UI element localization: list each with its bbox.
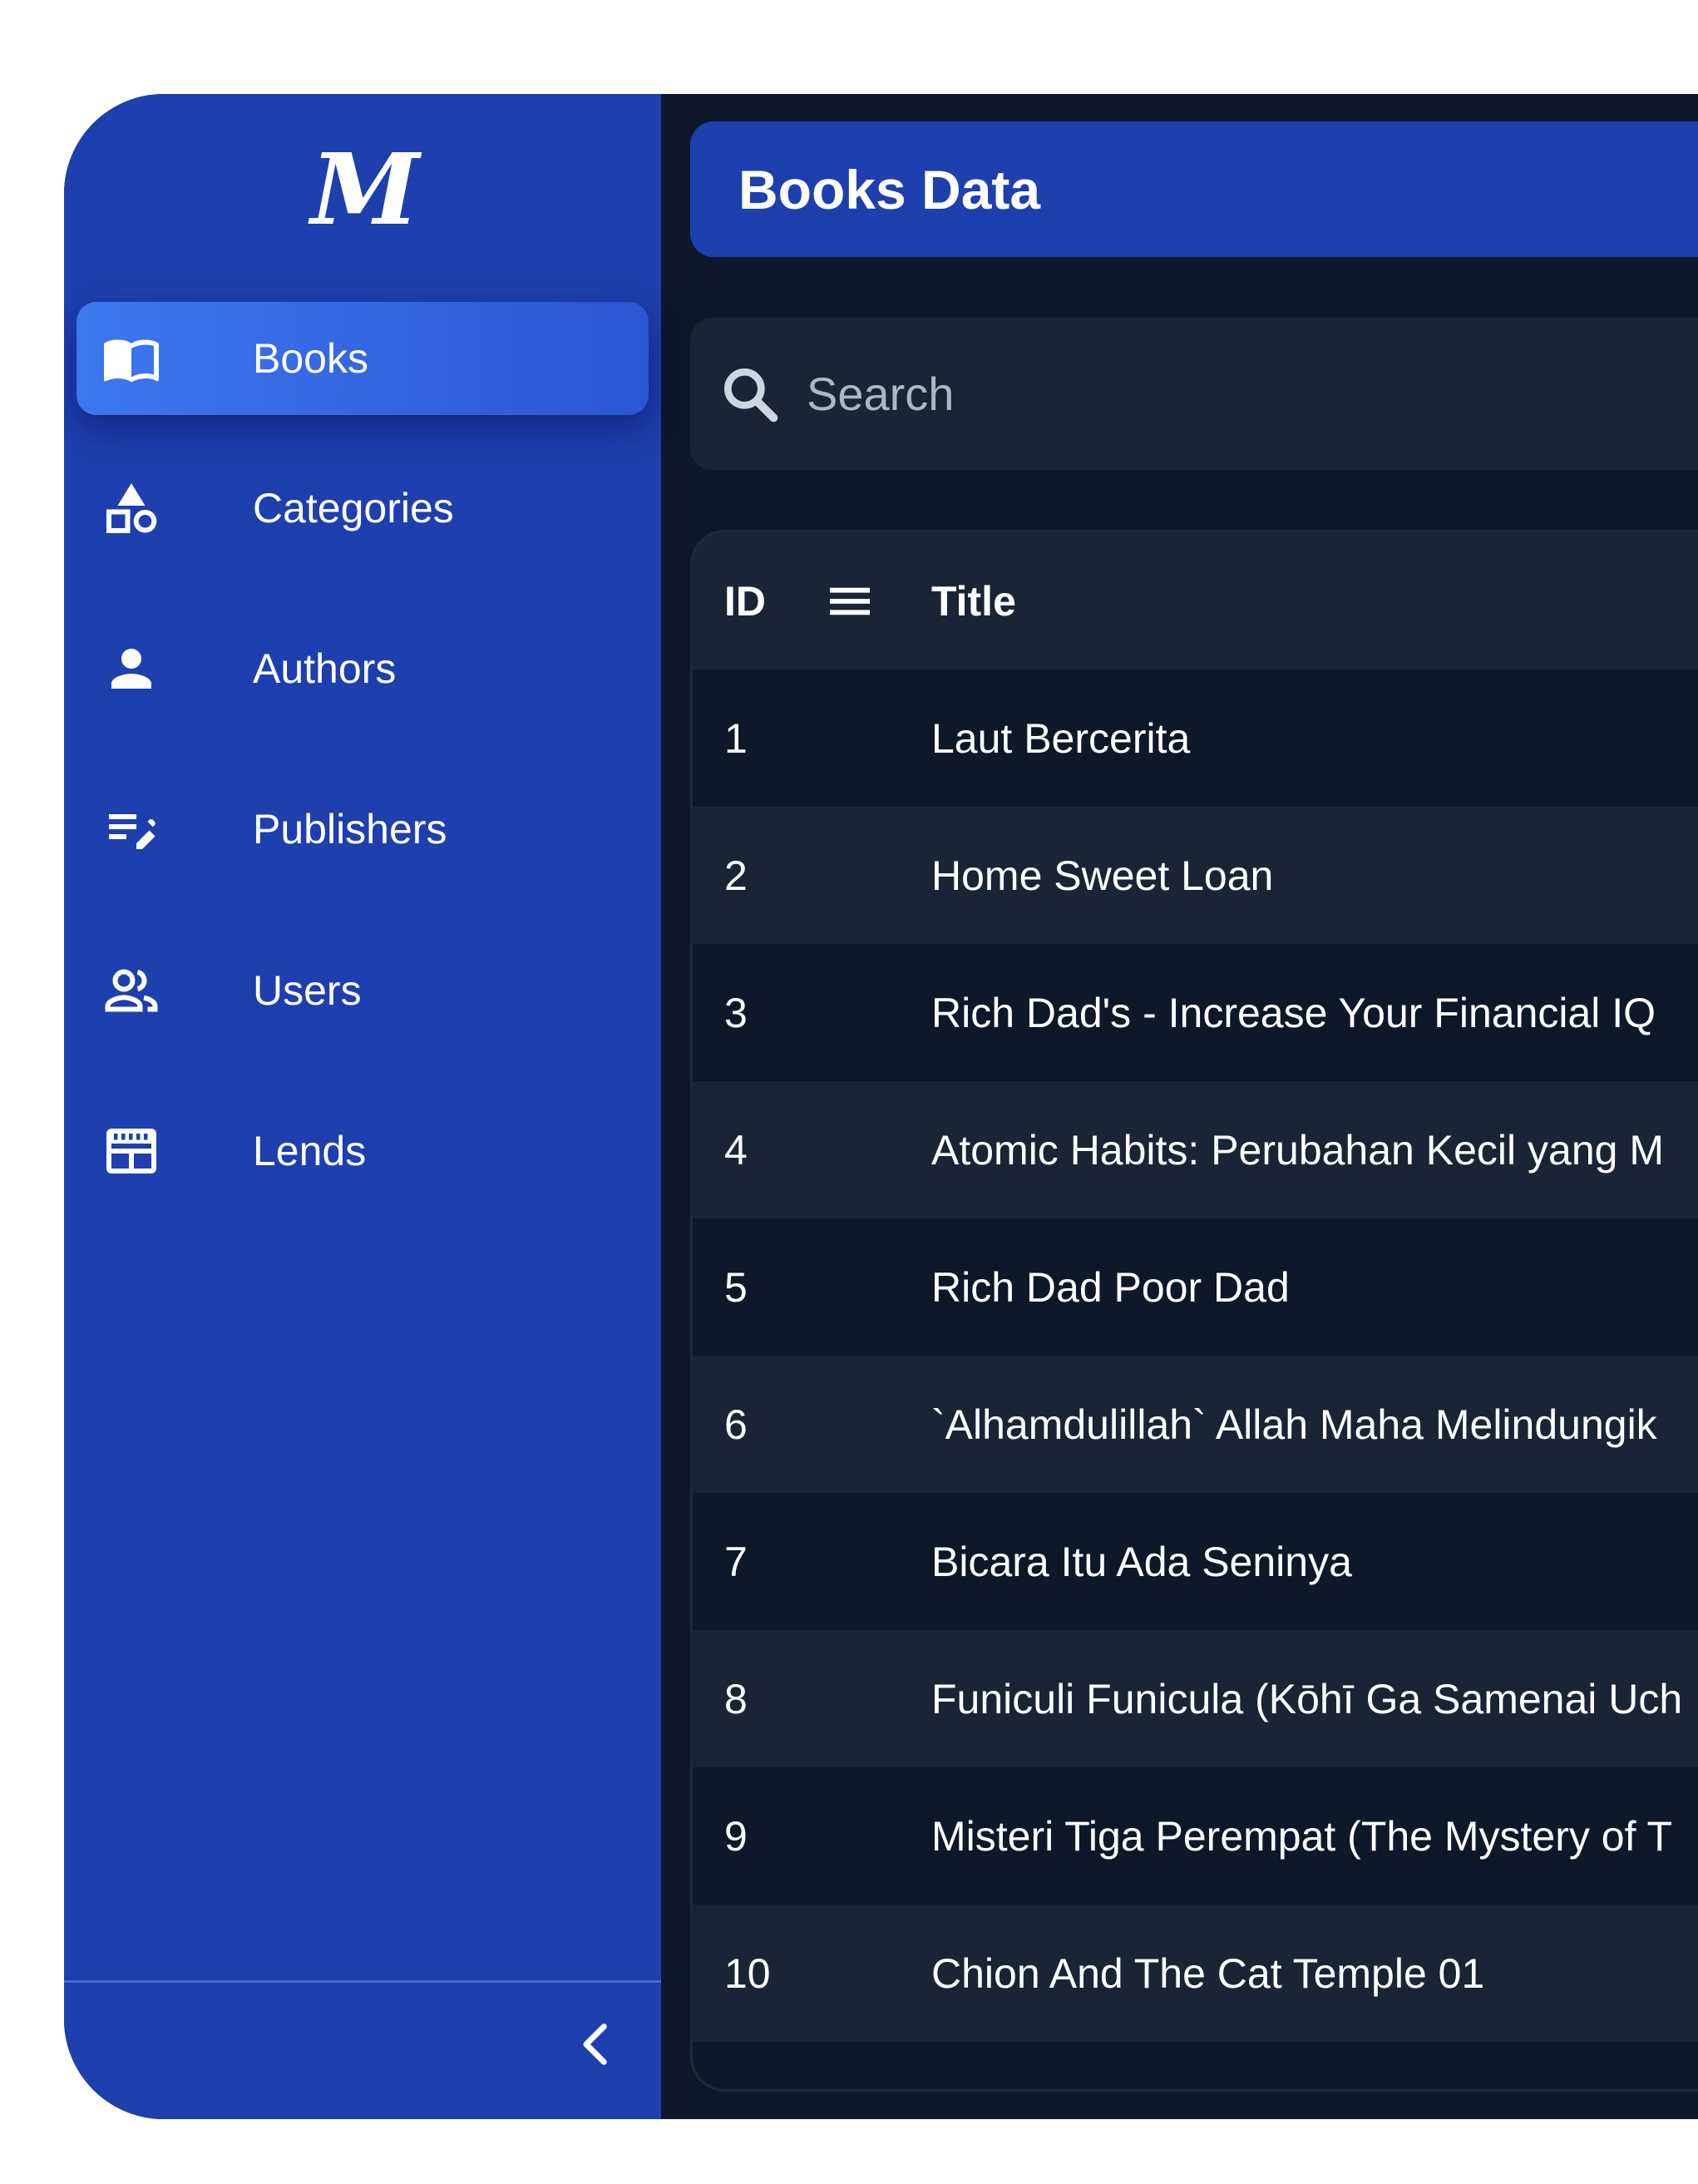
cell-title: Home Sweet Loan — [931, 852, 1274, 899]
people-icon — [105, 969, 158, 1012]
search-bar[interactable] — [690, 318, 1698, 470]
cell-title: Bicara Itu Ada Seninya — [931, 1538, 1352, 1585]
search-input[interactable] — [807, 318, 1698, 470]
cell-id: 3 — [724, 989, 748, 1036]
edit-note-icon — [109, 814, 155, 849]
books-table: ID Title 1 Laut Bercerita 2 Home Sweet L… — [690, 530, 1698, 2092]
cell-id: 8 — [724, 1675, 748, 1722]
shapes-icon — [106, 483, 157, 533]
sidebar-item-label: Users — [253, 967, 362, 1014]
sidebar-item-users[interactable]: Users — [77, 934, 649, 1047]
sidebar-item-label: Categories — [253, 485, 454, 531]
cell-title: Rich Dad's - Increase Your Financial IQ — [931, 989, 1656, 1036]
table-row[interactable]: 3 Rich Dad's - Increase Your Financial I… — [693, 944, 1698, 1081]
column-header-title[interactable]: Title — [931, 577, 1016, 625]
sidebar-item-lends[interactable]: Lends — [77, 1094, 649, 1208]
cell-id: 2 — [724, 852, 748, 899]
sidebar-item-label: Publishers — [253, 806, 447, 852]
table-row[interactable]: 9 Misteri Tiga Perempat (The Mystery of … — [693, 1767, 1698, 1905]
table-row[interactable]: 1 Laut Bercerita — [693, 670, 1698, 807]
sidebar-item-books[interactable]: Books — [77, 302, 649, 415]
column-menu-icon[interactable] — [823, 575, 876, 628]
page-header: Books Data — [690, 121, 1698, 257]
cell-id: 9 — [724, 1812, 748, 1860]
cell-title: Rich Dad Poor Dad — [931, 1263, 1290, 1311]
table-row[interactable]: 2 Home Sweet Loan — [693, 807, 1698, 944]
cell-id: 1 — [724, 714, 748, 762]
cell-title: Misteri Tiga Perempat (The Mystery of T — [931, 1812, 1672, 1860]
table-row[interactable]: 10 Chion And The Cat Temple 01 — [693, 1905, 1698, 2042]
column-header-id[interactable]: ID — [724, 577, 766, 625]
cell-id: 4 — [724, 1126, 748, 1174]
open-book-icon — [104, 339, 159, 383]
cell-id: 5 — [724, 1263, 748, 1311]
table-chart-icon — [106, 1129, 156, 1174]
collapse-sidebar-button[interactable] — [555, 1999, 638, 2090]
table-row[interactable]: 5 Rich Dad Poor Dad — [693, 1218, 1698, 1356]
chevron-left-icon — [583, 2023, 607, 2065]
table-row[interactable]: 6 `Alhamdulillah` Allah Maha Melindungik — [693, 1356, 1698, 1493]
sidebar-divider — [64, 1980, 661, 1983]
sidebar-item-categories[interactable]: Categories — [77, 452, 649, 565]
cell-title: Atomic Habits: Perubahan Kecil yang M — [931, 1126, 1664, 1174]
cell-title: `Alhamdulillah` Allah Maha Melindungik — [931, 1401, 1657, 1448]
table-header: ID Title — [693, 532, 1698, 670]
cell-id: 7 — [724, 1538, 748, 1585]
cell-title: Laut Bercerita — [931, 714, 1191, 762]
table-row[interactable]: 7 Bicara Itu Ada Seninya — [693, 1493, 1698, 1630]
sidebar: M Books Categories Authors Publishers Us… — [64, 94, 661, 2119]
cell-title: Chion And The Cat Temple 01 — [931, 1949, 1485, 1997]
table-row[interactable]: 8 Funiculi Funicula (Kōhī Ga Samenai Uch — [693, 1630, 1698, 1767]
sidebar-item-label: Authors — [253, 645, 397, 692]
sidebar-item-label: Lends — [253, 1128, 367, 1174]
sidebar-item-label: Books — [253, 335, 368, 382]
cell-title: Funiculi Funicula (Kōhī Ga Samenai Uch — [931, 1675, 1683, 1722]
cell-id: 10 — [724, 1949, 771, 1997]
sidebar-item-authors[interactable]: Authors — [77, 612, 649, 725]
app-window: M Books Categories Authors Publishers Us… — [64, 94, 1698, 2119]
search-icon — [724, 368, 778, 422]
app-logo: M — [310, 131, 420, 247]
page-title: Books Data — [738, 158, 1041, 220]
cell-id: 6 — [724, 1401, 748, 1448]
table-row[interactable]: 4 Atomic Habits: Perubahan Kecil yang M — [693, 1081, 1698, 1218]
sidebar-item-publishers[interactable]: Publishers — [77, 773, 649, 886]
main-content: Books Data ID Title 1 Laut Bercerita — [661, 94, 1698, 2119]
table-body: 1 Laut Bercerita 2 Home Sweet Loan 3 Ric… — [693, 670, 1698, 2042]
person-icon — [111, 649, 151, 689]
